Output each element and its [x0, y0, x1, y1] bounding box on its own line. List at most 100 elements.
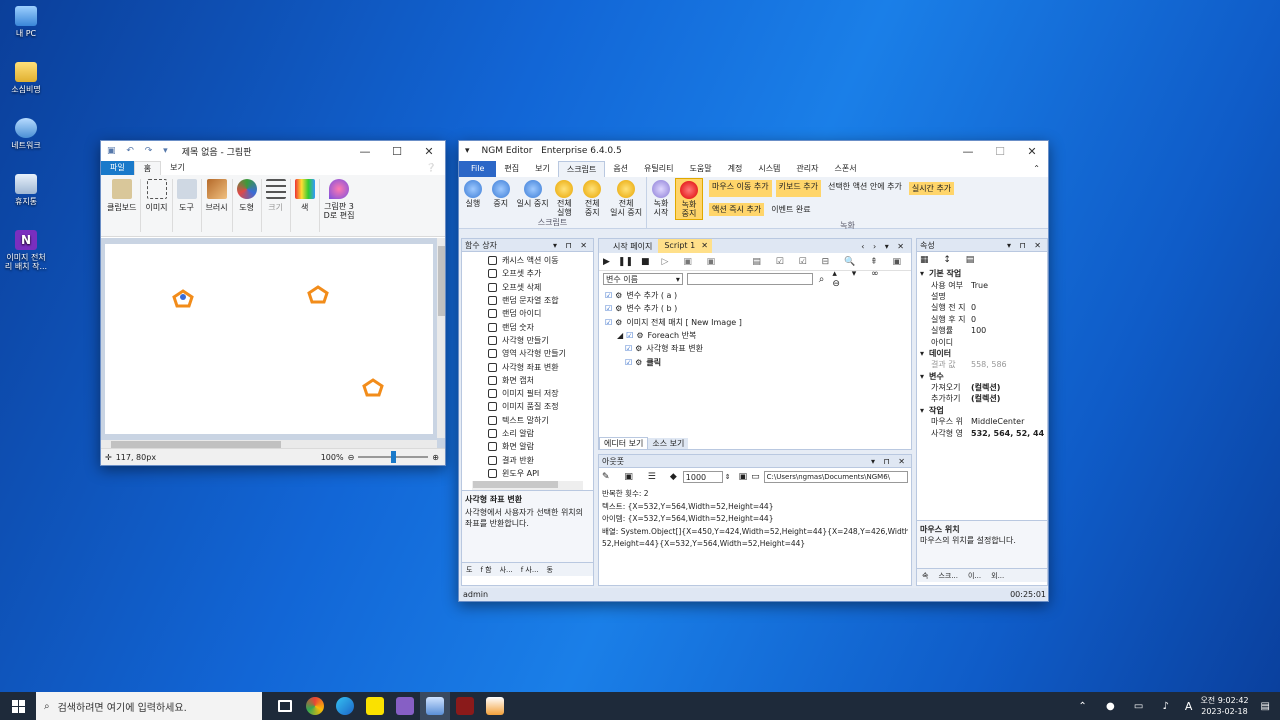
paint-canvas[interactable]: [105, 244, 433, 434]
script-line[interactable]: ☑ ⚙ 이미지 전체 매치 [ New Image ]: [605, 316, 905, 329]
tab-source-view[interactable]: 소스 보기: [648, 437, 689, 449]
clock[interactable]: 오전 9:02:42 2023-02-18: [1200, 695, 1248, 717]
add-mouse-move-button[interactable]: 마우스 이동 추가: [709, 180, 772, 197]
size-group[interactable]: 크기: [262, 179, 291, 232]
function-item[interactable]: 영역 사각형 만들기: [488, 347, 593, 360]
zoom-in-button[interactable]: ⊕: [432, 453, 439, 462]
menu-view[interactable]: 보기: [527, 161, 558, 177]
taskbar-paint[interactable]: [480, 692, 510, 720]
step-icons[interactable]: ▷ ▣ ▣: [662, 257, 722, 267]
property-row[interactable]: 마우스 위 MiddleCenter: [917, 416, 1047, 427]
stop-icon[interactable]: ■: [641, 257, 650, 267]
start-button[interactable]: [0, 692, 36, 720]
property-row[interactable]: 실행 전 지 0: [917, 302, 1047, 313]
editor-tool-icons[interactable]: ▤ ☑ ☑ ⊟ 🔍 ⇞ ▣: [752, 257, 907, 267]
color-group[interactable]: 색: [291, 179, 320, 232]
menu-admin[interactable]: 관리자: [788, 161, 826, 177]
desktop-icon-user[interactable]: 소심비명: [2, 62, 50, 94]
editor-controls[interactable]: ‹ › ▾ ✕: [861, 242, 911, 251]
function-item[interactable]: 오프셋 삭제: [488, 281, 593, 294]
output-count-input[interactable]: 1000: [682, 471, 723, 483]
sort-icons[interactable]: ▦ ↕ ▤: [920, 255, 980, 265]
function-item[interactable]: 화면 캡처: [488, 374, 593, 387]
script-line[interactable]: ☑ ⚙ 변수 추가 ( b ): [605, 302, 905, 315]
menu-system[interactable]: 시스템: [750, 161, 788, 177]
tab-item[interactable]: f 함: [476, 565, 495, 575]
checkbox-icon[interactable]: ☑: [605, 304, 612, 313]
minimize-button[interactable]: —: [952, 145, 984, 158]
pause-icon[interactable]: ❚❚: [618, 257, 633, 267]
panel-controls[interactable]: ▾ ⊓ ✕: [871, 457, 908, 466]
spin-icon[interactable]: ⇕: [725, 473, 731, 481]
function-item[interactable]: 오프셋 추가: [488, 267, 593, 280]
brush-group[interactable]: 브러시: [202, 179, 233, 232]
run-button[interactable]: 실행: [459, 178, 487, 217]
tab-item[interactable]: 도: [462, 565, 476, 575]
pause-all-button[interactable]: 전체 일시 중지: [606, 178, 646, 217]
function-item[interactable]: 이미지 품질 조정: [488, 400, 593, 413]
taskbar-ngm[interactable]: [420, 692, 450, 720]
function-item[interactable]: 캐시스 액션 이동: [488, 254, 593, 267]
taskbar-kakaotalk[interactable]: [360, 692, 390, 720]
variable-select[interactable]: 변수 이름 ▾: [603, 273, 683, 285]
minimize-button[interactable]: —: [349, 145, 381, 158]
folder-icon[interactable]: ▭: [751, 472, 760, 482]
tab-file[interactable]: 파일: [101, 161, 134, 175]
stop-button[interactable]: 중지: [487, 178, 515, 217]
desktop-icon-onenote[interactable]: N 이미지 전처 리 배치 작...: [2, 230, 50, 271]
quick-access-icons[interactable]: ▣ ↶ ↷ ▾: [107, 146, 172, 156]
tab-view[interactable]: 보기: [161, 161, 194, 175]
taskbar-edge[interactable]: [330, 692, 360, 720]
menu-options[interactable]: 옵션: [605, 161, 636, 177]
tab-item[interactable]: 이...: [963, 571, 986, 581]
tab-item[interactable]: f 사...: [517, 565, 543, 575]
checkbox-icon[interactable]: ☑: [605, 318, 612, 327]
function-item[interactable]: 랜덤 아이디: [488, 307, 593, 320]
zoom-slider[interactable]: [358, 451, 429, 463]
function-item[interactable]: 랜덤 숫자: [488, 320, 593, 333]
taskbar-visual-studio[interactable]: [390, 692, 420, 720]
function-item[interactable]: 결과 반환: [488, 453, 593, 466]
tab-item[interactable]: 속: [917, 571, 933, 581]
property-category[interactable]: ▾ 변수: [917, 371, 1047, 382]
tab-item[interactable]: 외...: [986, 571, 1009, 581]
maximize-button[interactable]: ☐: [984, 145, 1016, 158]
menu-edit[interactable]: 편집: [496, 161, 527, 177]
tab-start-page[interactable]: 시작 페이지: [599, 241, 658, 252]
add-inside-selected-button[interactable]: 선택한 액션 안에 추가: [825, 180, 905, 197]
paint3d-group[interactable]: 그림판 3 D로 편집: [320, 179, 359, 232]
record-stop-button[interactable]: 녹화 중지: [675, 178, 703, 220]
property-category[interactable]: ▾ 기본 작업: [917, 268, 1047, 279]
collapse-ribbon-icon[interactable]: ⌃: [1025, 161, 1048, 177]
notification-icon[interactable]: ▤: [1261, 701, 1270, 712]
property-row[interactable]: 사각형 영 532, 564, 52, 44: [917, 427, 1047, 438]
property-row[interactable]: 실행 후 지 0: [917, 314, 1047, 325]
output-path-input[interactable]: C:\Users\ngmas\Documents\NGM6\: [763, 471, 908, 483]
output-tool-icons[interactable]: ✎ ▣ ☰: [602, 472, 662, 482]
paint-vscroll[interactable]: [437, 238, 445, 438]
panel-controls[interactable]: ▾ ⊓ ✕: [553, 241, 590, 250]
tools-group[interactable]: 도구: [173, 179, 202, 232]
desktop-icon-my-pc[interactable]: 내 PC: [2, 6, 50, 38]
taskbar-chrome[interactable]: [300, 692, 330, 720]
tab-close-icon[interactable]: ✕: [701, 239, 712, 253]
function-hscroll[interactable]: [472, 481, 583, 490]
property-row[interactable]: 가져오기 (컬렉션): [917, 382, 1047, 393]
taskbar-search[interactable]: ⌕ 검색하려면 여기에 입력하세요.: [36, 692, 262, 720]
close-button[interactable]: ✕: [1016, 145, 1048, 158]
maximize-button[interactable]: ☐: [381, 145, 413, 158]
desktop-icon-recycle-bin[interactable]: 휴지통: [2, 174, 50, 206]
function-item[interactable]: 이미지 필터 저장: [488, 387, 593, 400]
script-line[interactable]: ☑ ⚙ 변수 추가 ( a ): [605, 289, 905, 302]
menu-account[interactable]: 계정: [720, 161, 751, 177]
search-nav-icons[interactable]: ▴ ▾ ∞ ⊖: [832, 269, 907, 289]
add-action-now-button[interactable]: 액션 즉시 추가: [709, 203, 765, 216]
script-line[interactable]: ☑ ⚙ 사각형 좌표 변환: [605, 342, 905, 355]
play-icon[interactable]: ▶: [603, 257, 610, 267]
ime-indicator[interactable]: A: [1185, 700, 1193, 713]
function-item[interactable]: 사각형 만들기: [488, 334, 593, 347]
property-category[interactable]: ▾ 작업: [917, 405, 1047, 416]
taskbar-app-red[interactable]: [450, 692, 480, 720]
menu-file[interactable]: File: [459, 161, 497, 177]
script-line[interactable]: ◢ ☑ ⚙ Foreach 반복: [605, 329, 905, 342]
